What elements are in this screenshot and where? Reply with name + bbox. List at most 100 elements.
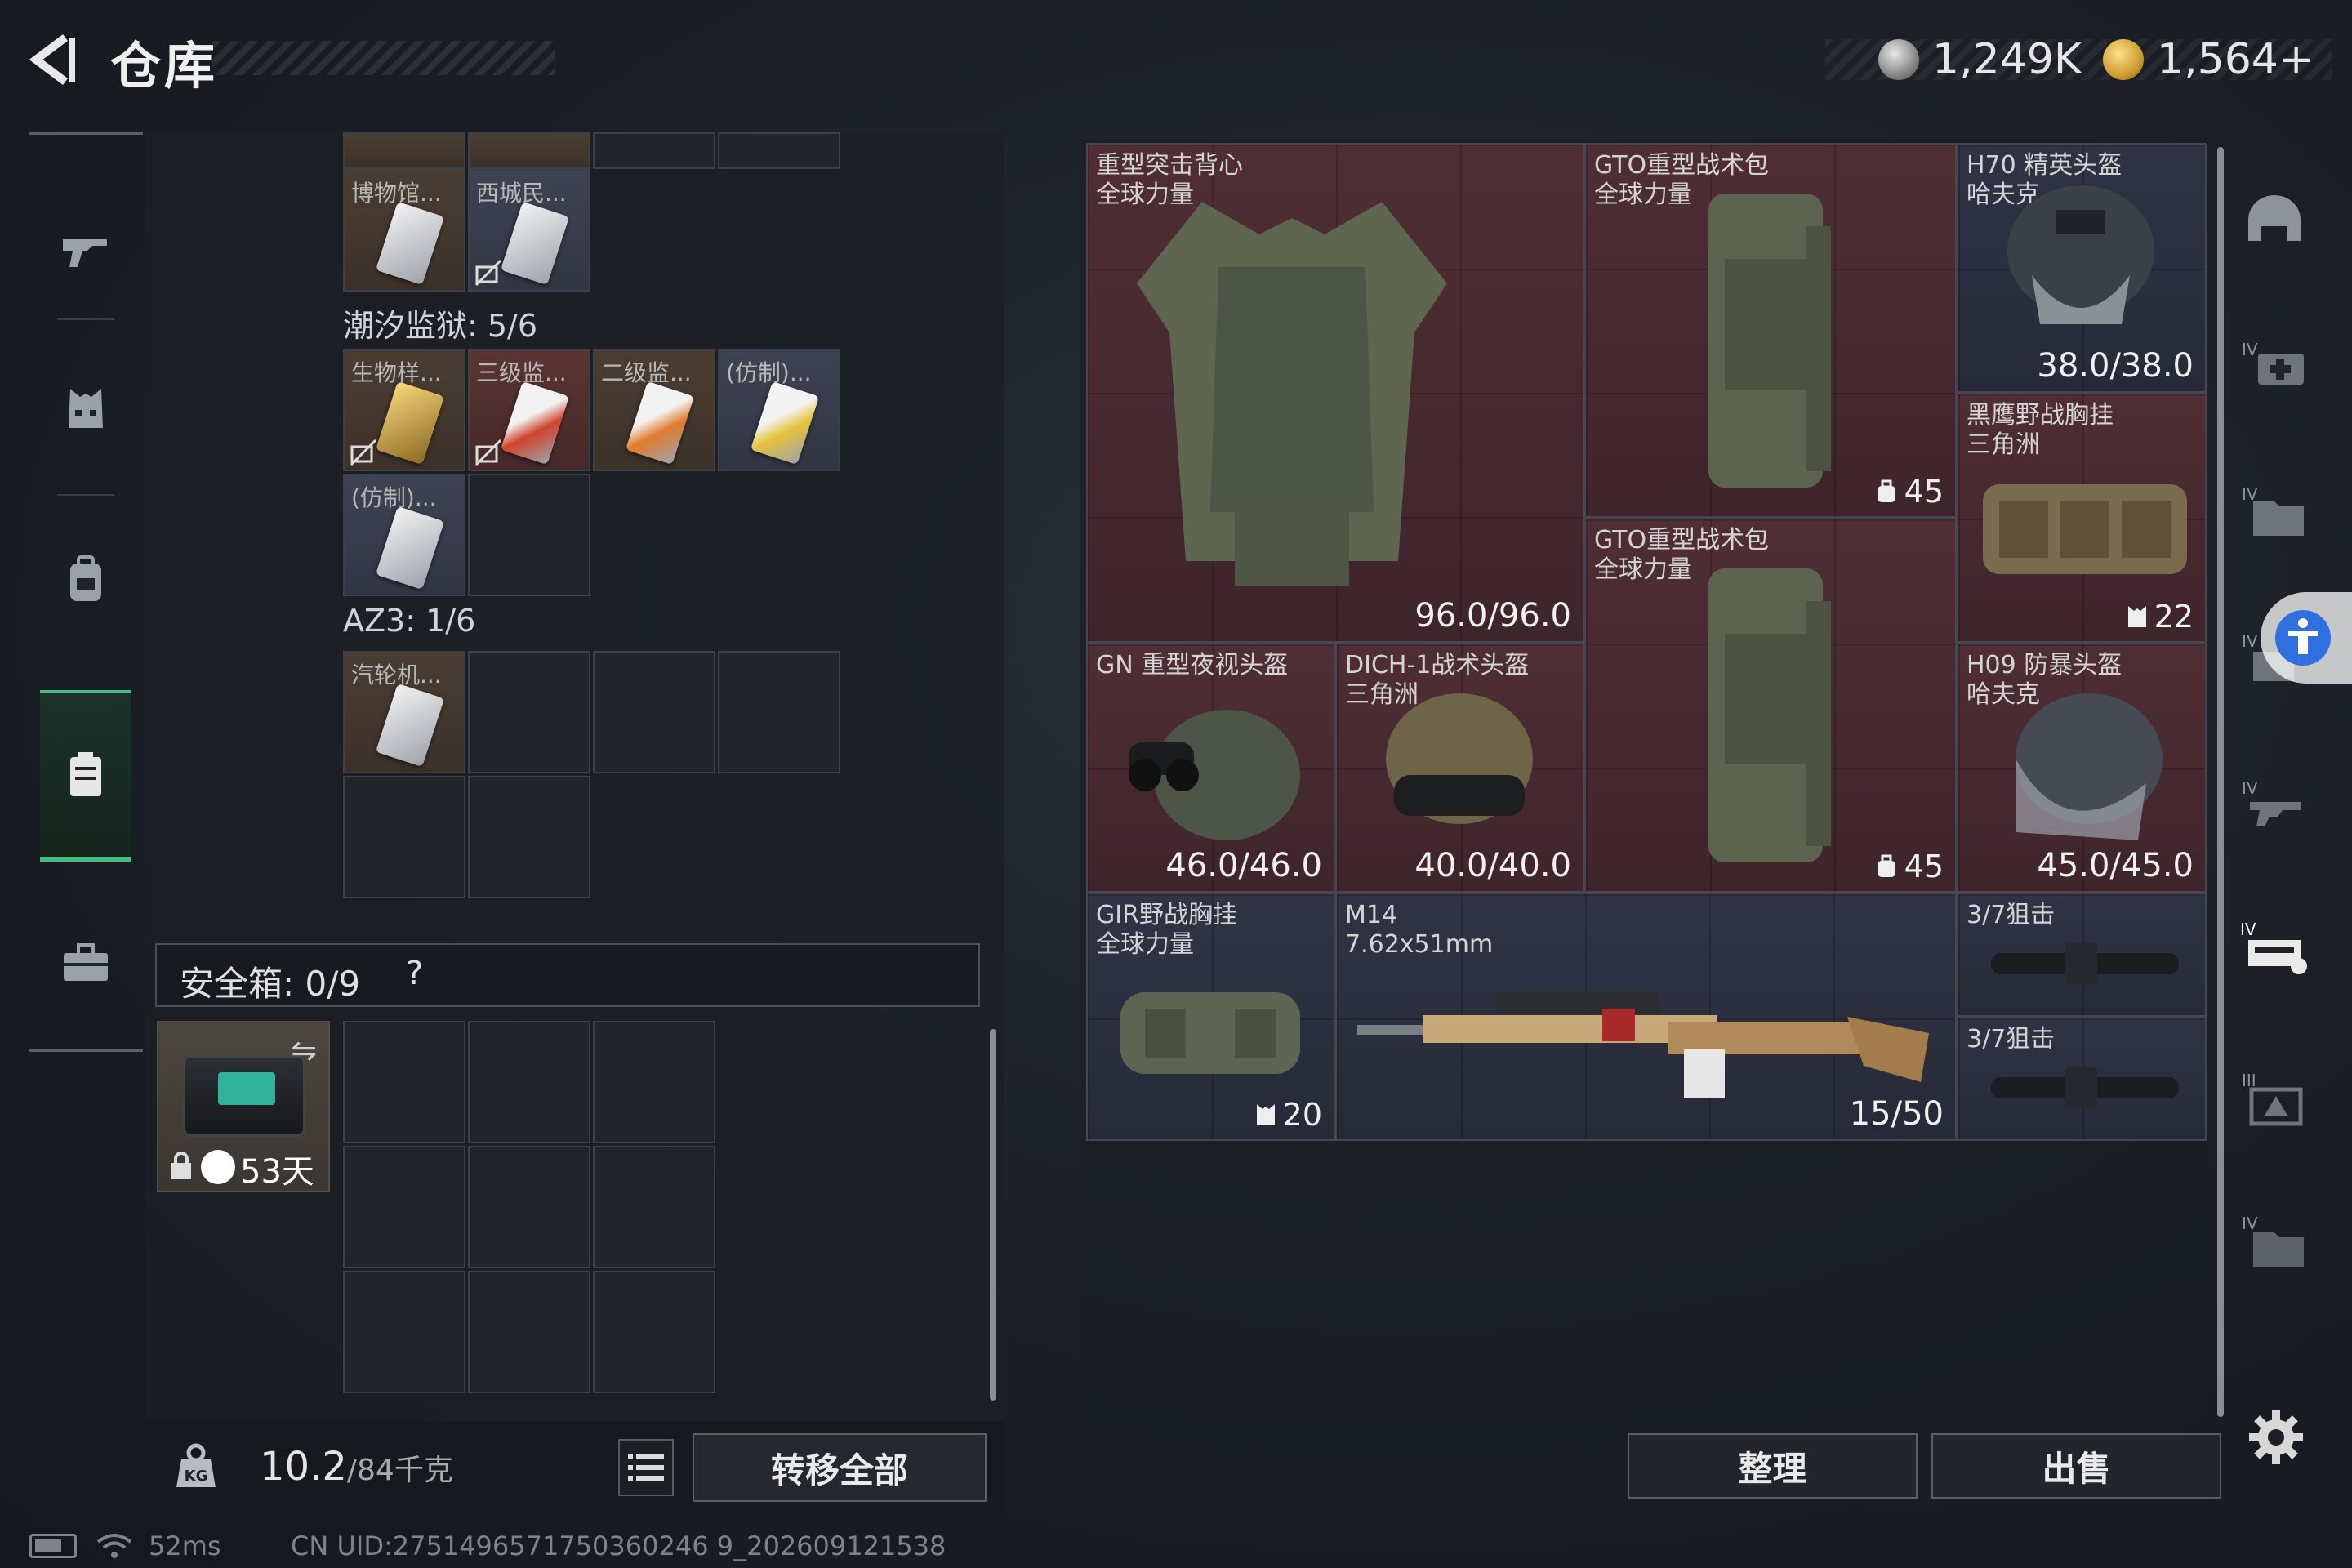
stash-empty-slot[interactable]: [593, 651, 715, 773]
equip-black-eagle-rig[interactable]: 黑鹰野战胸挂 三角洲 22: [1957, 393, 2207, 643]
section-title-az3: AZ3: 1/6: [343, 603, 476, 639]
help-button[interactable]: ?: [406, 955, 423, 992]
sort-button[interactable]: 整理: [1628, 1433, 1918, 1499]
equip-heavy-vest[interactable]: 重型突击背心 全球力量 96.0/96.0: [1086, 143, 1584, 643]
rig-icon: [1256, 1104, 1275, 1125]
filter-medical[interactable]: IV: [2234, 323, 2315, 404]
lock-icon: [172, 1152, 191, 1179]
no-key-icon: [350, 439, 377, 466]
keycard-icon: [375, 683, 445, 768]
equip-scope-2[interactable]: 3/7狙击: [1957, 1017, 2207, 1141]
item-label: 二级监...: [601, 359, 692, 386]
weight-value: 10.2: [260, 1444, 347, 1490]
capacity-value: 45: [1904, 849, 1944, 884]
chest-rig-image: [1983, 484, 2187, 574]
stash-item-bio-sample[interactable]: 生物样...: [343, 349, 466, 471]
safe-slot[interactable]: [593, 1271, 715, 1393]
stash-cell[interactable]: [343, 132, 466, 169]
item-name: 3/7狙击: [1967, 901, 2056, 929]
equipment-grid: 重型突击背心 全球力量 96.0/96.0 GTO重型战术包 全球力量 45 H…: [1086, 143, 2207, 1141]
capacity-display: 45: [1875, 474, 1944, 510]
filter-weapons[interactable]: IV: [2234, 764, 2315, 845]
equip-scope-1[interactable]: 3/7狙击: [1957, 893, 2207, 1017]
back-button[interactable]: [24, 31, 82, 88]
stash-empty-slot[interactable]: [468, 776, 590, 898]
safe-slot[interactable]: [468, 1146, 590, 1268]
swap-icon[interactable]: ⇋: [291, 1032, 317, 1068]
accessibility-button[interactable]: [2261, 592, 2352, 684]
safe-slot[interactable]: [343, 1271, 466, 1393]
keycard-icon: [375, 381, 445, 466]
safe-slot[interactable]: [343, 1146, 466, 1268]
equipment-scrollbar[interactable]: [2217, 147, 2224, 1417]
stash-cell[interactable]: [468, 132, 590, 169]
nav-case[interactable]: [29, 911, 143, 1017]
safe-slot[interactable]: [468, 1021, 590, 1143]
scope-image: [1991, 943, 2179, 984]
equip-h70-helmet[interactable]: H70 精英头盔 哈夫克 38.0/38.0: [1957, 143, 2207, 393]
safe-slot[interactable]: [593, 1146, 715, 1268]
currency-silver[interactable]: 1,249K: [1878, 31, 2082, 88]
briefcase-icon: [64, 943, 108, 981]
transfer-all-button[interactable]: 转移全部: [693, 1433, 987, 1502]
stash-item-turbine-key[interactable]: 汽轮机...: [343, 651, 466, 773]
equip-gn-helmet[interactable]: GN 重型夜视头盔 46.0/46.0: [1086, 643, 1335, 893]
settings-gear-icon[interactable]: [2247, 1409, 2305, 1466]
stash-empty-slot[interactable]: [718, 651, 840, 773]
currency-gold[interactable]: 1,564+: [2103, 31, 2314, 88]
stash-item-westcity-key[interactable]: 西城民...: [468, 169, 590, 292]
sell-button[interactable]: 出售: [1931, 1433, 2221, 1499]
list-icon: [628, 1454, 664, 1481]
nav-stash[interactable]: [40, 690, 131, 862]
equip-gto-backpack-1[interactable]: GTO重型战术包 全球力量 45: [1584, 143, 1957, 518]
equip-gir-rig[interactable]: GIR野战胸挂 全球力量 20: [1086, 893, 1335, 1141]
filter-electronics[interactable]: III: [2234, 1058, 2315, 1139]
capacity-display: 22: [2127, 599, 2194, 635]
capacity-display: 20: [1255, 1097, 1322, 1133]
nav-divider: [57, 318, 114, 320]
svg-text:IV: IV: [2242, 631, 2258, 651]
no-key-icon: [474, 439, 502, 466]
filter-helmet[interactable]: [2234, 180, 2315, 261]
item-label: 西城民...: [476, 180, 567, 207]
svg-text:III: III: [2242, 1071, 2256, 1090]
filter-valuables[interactable]: IV: [2234, 1200, 2315, 1282]
weight-display: 10.2/84千克: [260, 1444, 453, 1490]
stash-empty-slot[interactable]: [468, 651, 590, 773]
equip-h09-helmet[interactable]: H09 防暴头盔 哈夫克 45.0/45.0: [1957, 643, 2207, 893]
item-label: 博物馆...: [351, 180, 442, 207]
equip-dich-helmet[interactable]: DICH-1战术头盔 三角洲 40.0/40.0: [1335, 643, 1584, 893]
stash-empty-slot[interactable]: [343, 776, 466, 898]
nav-weapons[interactable]: [29, 200, 143, 306]
nvg-helmet-image: [1129, 710, 1300, 840]
stash-item-replica-key-2[interactable]: (仿制)...: [343, 474, 466, 596]
safe-slot[interactable]: [343, 1021, 466, 1143]
stash-cell[interactable]: [718, 132, 840, 169]
nav-backpack[interactable]: [29, 527, 143, 633]
item-label: 生物样...: [351, 359, 442, 386]
stash-empty-slot[interactable]: [468, 474, 590, 596]
safe-slot[interactable]: [593, 1021, 715, 1143]
capacity-icon: [1877, 854, 1895, 877]
list-view-button[interactable]: [618, 1439, 674, 1496]
stash-item-level2-key[interactable]: 二级监...: [593, 349, 715, 471]
stash-item-replica-key[interactable]: (仿制)...: [718, 349, 840, 471]
backpack-image: [1708, 568, 1831, 862]
section-title-tidal-prison: 潮汐监狱: 5/6: [343, 308, 538, 344]
stash-cell[interactable]: [593, 132, 715, 169]
safe-case-item[interactable]: ⇋ 53天: [157, 1021, 330, 1192]
nav-armor[interactable]: [29, 355, 143, 461]
chest-rig-image: [1120, 992, 1300, 1074]
equip-m14-rifle[interactable]: M14 7.62x51mm 15/50: [1335, 893, 1957, 1141]
left-nav: [29, 132, 143, 1052]
stash-item-museum-key[interactable]: 博物馆...: [343, 169, 466, 292]
equip-gto-backpack-2[interactable]: GTO重型战术包 全球力量 45: [1584, 518, 1957, 893]
filter-ammo-active[interactable]: IV: [2234, 906, 2315, 988]
stash-item-level3-key[interactable]: 三级监...: [468, 349, 590, 471]
filter-documents[interactable]: IV: [2234, 470, 2315, 551]
weight-max: /84千克: [346, 1454, 453, 1487]
tactical-helmet-image: [1386, 693, 1533, 824]
gold-coin-icon: [2103, 39, 2144, 80]
stash-scrollbar[interactable]: [990, 1029, 996, 1401]
safe-slot[interactable]: [468, 1271, 590, 1393]
